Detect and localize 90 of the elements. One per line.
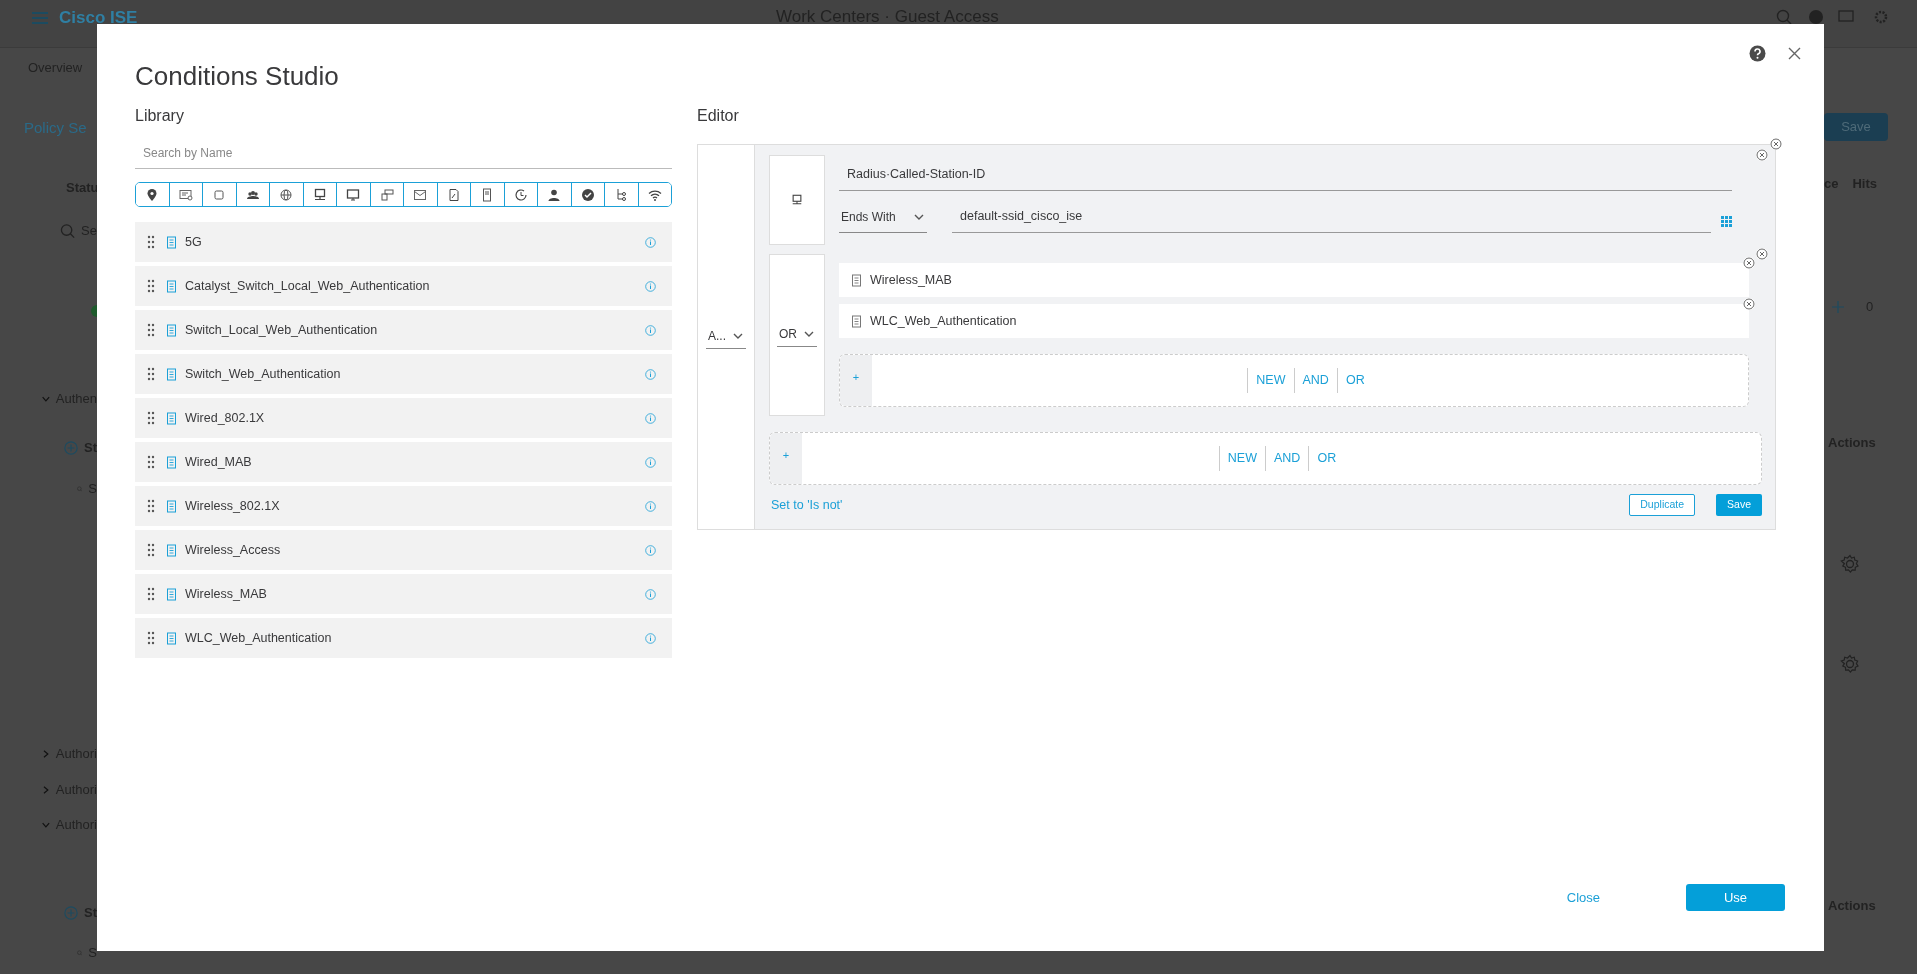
drag-handle-icon[interactable] xyxy=(147,543,155,557)
add-button[interactable]: + xyxy=(770,433,802,484)
computer-icon xyxy=(791,194,803,206)
drag-handle-icon[interactable] xyxy=(147,411,155,425)
dialog-title: Conditions Studio xyxy=(135,60,340,92)
remove-icon[interactable] xyxy=(1743,257,1755,269)
document-icon xyxy=(166,323,177,337)
condition-name: WLC_Web_Authentication xyxy=(870,312,1017,330)
device-icon xyxy=(379,187,394,202)
brand-name: Cisco ISE xyxy=(59,8,138,28)
library-item[interactable]: Wired_MAB xyxy=(135,442,672,482)
search-icon xyxy=(60,223,76,239)
value-field[interactable]: default-ssid_cisco_ise xyxy=(952,196,1711,233)
operator-dropdown[interactable]: OR xyxy=(777,323,817,347)
document-icon xyxy=(166,587,177,601)
monitor-icon xyxy=(346,187,361,202)
envelope-icon xyxy=(413,187,428,202)
drag-handle-icon[interactable] xyxy=(147,455,155,469)
library-item[interactable]: Switch_Web_Authentication xyxy=(135,354,672,394)
condition-name: Wired_MAB xyxy=(185,453,253,471)
document-icon xyxy=(166,235,177,249)
condition-name: 5G xyxy=(185,233,203,251)
drag-handle-icon[interactable] xyxy=(147,499,155,513)
library-item[interactable]: Wired_802.1X xyxy=(135,398,672,438)
document-icon xyxy=(851,314,862,328)
library-item[interactable]: Catalyst_Switch_Local_Web_Authentication xyxy=(135,266,672,306)
location-pin-filter-button[interactable] xyxy=(136,183,170,206)
action-link[interactable]: NEW xyxy=(1247,368,1294,393)
document-icon xyxy=(166,455,177,469)
document-icon xyxy=(851,273,862,287)
condition-name: Wireless_MAB xyxy=(870,271,952,289)
remove-icon[interactable] xyxy=(1756,149,1768,161)
document-icon xyxy=(166,543,177,557)
action-link[interactable]: AND xyxy=(1293,368,1337,393)
condition-name: Catalyst_Switch_Local_Web_Authentication xyxy=(185,277,431,295)
library-item[interactable]: Wireless_802.1X xyxy=(135,486,672,526)
action-link[interactable]: NEW xyxy=(1218,446,1265,471)
use-button[interactable]: Use xyxy=(1686,883,1785,911)
grid-icon[interactable] xyxy=(1721,215,1732,227)
section-heading: Library xyxy=(135,106,185,126)
library-item[interactable]: Wireless_MAB xyxy=(135,574,672,614)
computer-icon xyxy=(312,187,327,202)
check-circle-icon xyxy=(580,187,595,202)
condition-name: Wireless_MAB xyxy=(185,585,268,603)
set-not-link[interactable]: Set to 'Is not' xyxy=(771,495,843,515)
drag-handle-icon[interactable] xyxy=(147,367,155,381)
document-icon xyxy=(166,411,177,425)
close-icon[interactable] xyxy=(1788,47,1801,60)
globe-icon xyxy=(279,187,294,202)
add-button[interactable]: + xyxy=(840,355,872,406)
condition-name: Wireless_802.1X xyxy=(185,497,281,515)
library-item[interactable]: 5G xyxy=(135,222,672,262)
remove-icon[interactable] xyxy=(1756,248,1768,260)
document-icon xyxy=(166,499,177,513)
condition-name: Switch_Local_Web_Authentication xyxy=(185,321,379,339)
operator-dropdown[interactable]: Ends With xyxy=(839,199,927,233)
duplicate-button[interactable]: Duplicate xyxy=(1629,494,1696,516)
library-item[interactable]: Switch_Local_Web_Authentication xyxy=(135,310,672,350)
condition-name: Wired_802.1X xyxy=(185,409,266,427)
condition-name: Switch_Web_Authentication xyxy=(185,365,342,383)
certificate-icon xyxy=(178,187,193,202)
square-icon xyxy=(212,187,227,202)
remove-icon[interactable] xyxy=(1743,298,1755,310)
drag-handle-icon[interactable] xyxy=(147,279,155,293)
document-icon xyxy=(166,279,177,293)
remove-icon[interactable] xyxy=(1770,138,1782,150)
operator-dropdown[interactable]: A... xyxy=(706,325,746,349)
drag-handle-icon[interactable] xyxy=(147,235,155,249)
condition-name: WLC_Web_Authentication xyxy=(185,629,333,647)
document-icon xyxy=(166,631,177,645)
section-heading: Editor xyxy=(697,106,740,126)
search-icon[interactable] xyxy=(1776,9,1792,25)
clock-icon xyxy=(513,187,528,202)
document-icon xyxy=(166,367,177,381)
user-icon xyxy=(547,187,562,202)
attribute-field[interactable]: Radius·Called-Station-ID xyxy=(839,155,1732,191)
drag-handle-icon[interactable] xyxy=(147,587,155,601)
action-link[interactable]: OR xyxy=(1336,368,1373,393)
document-icon xyxy=(446,187,461,202)
action-link[interactable]: AND xyxy=(1265,446,1309,471)
save-button[interactable]: Save xyxy=(1716,494,1762,516)
close-button[interactable]: Close xyxy=(1558,883,1608,911)
hierarchy-icon xyxy=(614,187,629,202)
drag-handle-icon[interactable] xyxy=(147,631,155,645)
drag-handle-icon[interactable] xyxy=(147,323,155,337)
library-item[interactable]: WLC_Web_Authentication xyxy=(135,618,672,658)
action-link[interactable]: OR xyxy=(1308,446,1345,471)
page-heading: Policy Se xyxy=(24,117,87,138)
condition-name: Wireless_Access xyxy=(185,541,282,559)
library-item[interactable]: Wireless_Access xyxy=(135,530,672,570)
